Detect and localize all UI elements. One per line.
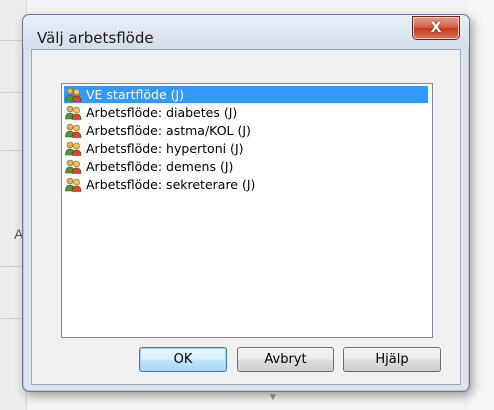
- workflow-item-label: Arbetsflöde: astma/KOL (J): [86, 123, 251, 138]
- users-icon: [65, 105, 82, 120]
- workflow-dialog: Välj arbetsflöde X VE startflöde (J) Arbe…: [22, 14, 470, 392]
- users-icon: [65, 177, 82, 192]
- workflow-list-item[interactable]: Arbetsflöde: sekreterare (J): [64, 176, 428, 193]
- background-scroll-arrow-icon: ▼: [268, 392, 278, 403]
- dialog-title: Välj arbetsflöde: [37, 29, 154, 47]
- workflow-list-item[interactable]: Arbetsflöde: diabetes (J): [64, 104, 428, 121]
- cancel-button[interactable]: Avbryt: [237, 347, 334, 372]
- workflow-list-item[interactable]: Arbetsflöde: demens (J): [64, 158, 428, 175]
- ok-button[interactable]: OK: [139, 347, 227, 372]
- users-icon: [65, 159, 82, 174]
- workflow-item-label: Arbetsflöde: demens (J): [86, 159, 234, 174]
- workflow-item-label: VE startflöde (J): [86, 87, 185, 102]
- help-button[interactable]: Hjälp: [343, 347, 441, 372]
- workflow-listbox[interactable]: VE startflöde (J) Arbetsflöde: diabetes (…: [61, 83, 433, 338]
- dialog-client-area: VE startflöde (J) Arbetsflöde: diabetes (…: [31, 49, 461, 385]
- workflow-list-item[interactable]: Arbetsflöde: hypertoni (J): [64, 140, 428, 157]
- dialog-titlebar[interactable]: Välj arbetsflöde X: [23, 15, 469, 49]
- workflow-item-label: Arbetsflöde: diabetes (J): [86, 105, 238, 120]
- background-right-panel: [468, 0, 494, 410]
- workflow-list-item[interactable]: Arbetsflöde: astma/KOL (J): [64, 122, 428, 139]
- users-icon: [65, 123, 82, 138]
- users-icon: [65, 141, 82, 156]
- close-icon: X: [430, 20, 442, 36]
- workflow-item-label: Arbetsflöde: hypertoni (J): [86, 141, 244, 156]
- workflow-list-item[interactable]: VE startflöde (J): [64, 86, 428, 103]
- close-button[interactable]: X: [412, 16, 460, 40]
- users-icon: [65, 87, 82, 102]
- workflow-item-label: Arbetsflöde: sekreterare (J): [86, 177, 256, 192]
